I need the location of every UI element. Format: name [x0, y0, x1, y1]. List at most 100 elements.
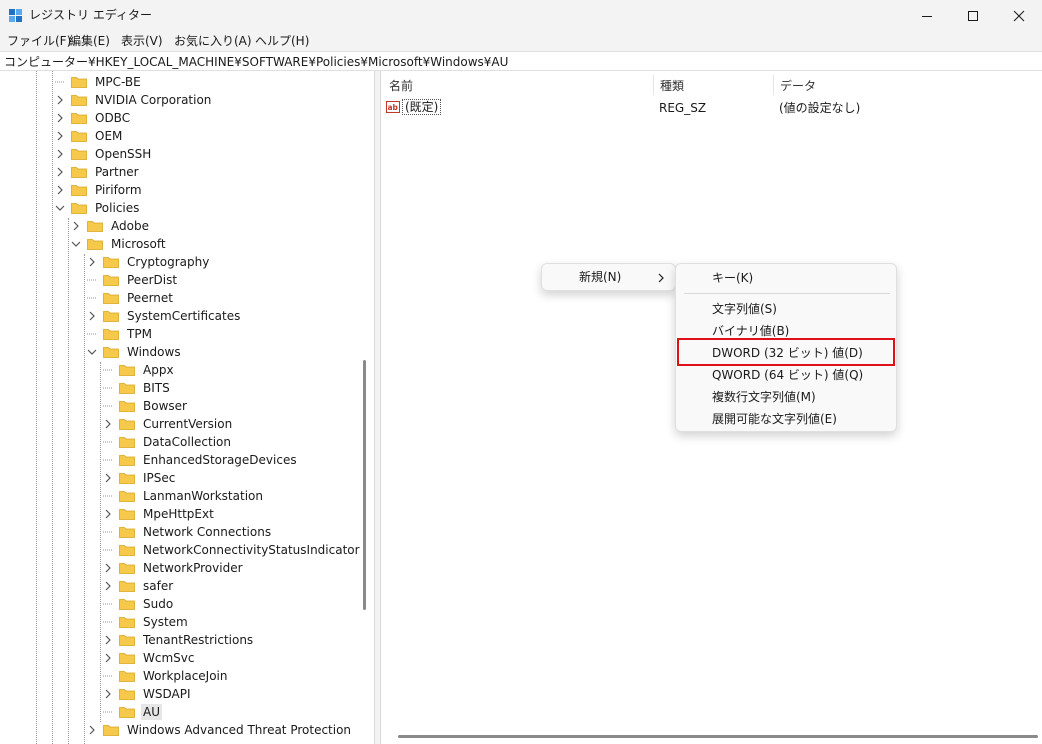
tree-connector — [103, 379, 113, 397]
tree-node[interactable]: OEM — [55, 127, 124, 145]
value-name[interactable]: (既定) — [402, 99, 442, 115]
chevron-right-icon[interactable] — [55, 163, 65, 181]
chevron-right-icon[interactable] — [87, 721, 97, 739]
tree-node[interactable]: System — [103, 613, 190, 631]
tree-node[interactable]: NVIDIA Corporation — [55, 91, 213, 109]
tree-connector — [103, 523, 113, 541]
chevron-right-icon[interactable] — [103, 685, 113, 703]
column-header-type[interactable]: 種類 — [660, 78, 684, 94]
tree-node[interactable]: ODBC — [55, 109, 132, 127]
minimize-icon — [922, 15, 932, 17]
tree-node[interactable]: Cryptography — [87, 253, 211, 271]
chevron-right-icon[interactable] — [103, 469, 113, 487]
chevron-right-icon[interactable] — [103, 631, 113, 649]
tree-node[interactable]: WSDAPI — [103, 685, 193, 703]
address-bar[interactable]: コンピューター¥HKEY_LOCAL_MACHINE¥SOFTWARE¥Poli… — [0, 51, 1042, 71]
tree-node[interactable]: MpeHttpExt — [103, 505, 216, 523]
column-divider[interactable] — [773, 75, 774, 95]
tree-node[interactable]: Network Connections — [103, 523, 273, 541]
address-path[interactable]: コンピューター¥HKEY_LOCAL_MACHINE¥SOFTWARE¥Poli… — [4, 54, 508, 70]
chevron-right-icon[interactable] — [87, 307, 97, 325]
tree-node[interactable]: MPC-BE — [55, 73, 143, 91]
tree-node-label: WcmSvc — [143, 651, 195, 665]
tree-node[interactable]: Windows Advanced Threat Protection — [87, 721, 353, 739]
tree-node[interactable]: DataCollection — [103, 433, 233, 451]
tree-node[interactable]: Appx — [103, 361, 176, 379]
menu-new[interactable]: 新規(N) — [579, 269, 621, 285]
folder-icon — [119, 617, 135, 628]
tree-node[interactable]: SystemCertificates — [87, 307, 242, 325]
tree-node[interactable]: NetworkProvider — [103, 559, 245, 577]
tree-node-label: NetworkConnectivityStatusIndicator — [143, 543, 360, 557]
chevron-right-icon[interactable] — [103, 649, 113, 667]
chevron-right-icon[interactable] — [103, 559, 113, 577]
chevron-right-icon[interactable] — [55, 109, 65, 127]
minimize-button[interactable] — [904, 0, 950, 31]
chevron-down-icon[interactable] — [87, 343, 97, 361]
menu-favorites[interactable]: お気に入り(A) — [174, 33, 252, 49]
tree-node[interactable]: Microsoft — [71, 235, 168, 253]
column-divider[interactable] — [653, 75, 654, 95]
tree-node[interactable]: safer — [103, 577, 175, 595]
tree-node[interactable]: EnhancedStorageDevices — [103, 451, 299, 469]
menu-new-string-value[interactable]: 文字列値(S) — [712, 301, 777, 317]
folder-icon — [119, 527, 135, 538]
tree-node[interactable]: Peernet — [87, 289, 175, 307]
menu-new-qword-value[interactable]: QWORD (64 ビット) 値(Q) — [712, 367, 863, 383]
menu-new-multi-string-value[interactable]: 複数行文字列値(M) — [712, 389, 816, 405]
tree-node[interactable]: Adobe — [71, 217, 151, 235]
chevron-right-icon[interactable] — [103, 577, 113, 595]
folder-icon — [119, 635, 135, 646]
tree-node[interactable]: Windows — [87, 343, 183, 361]
tree-node[interactable]: BITS — [103, 379, 172, 397]
tree-scrollbar[interactable] — [363, 360, 366, 610]
menu-view[interactable]: 表示(V) — [121, 33, 163, 49]
tree-node[interactable]: AU — [103, 703, 162, 721]
maximize-button[interactable] — [950, 0, 996, 31]
tree-node[interactable]: Piriform — [55, 181, 144, 199]
tree-node[interactable]: TPM — [87, 325, 154, 343]
menu-edit[interactable]: 編集(E) — [69, 33, 110, 49]
chevron-right-icon[interactable] — [71, 217, 81, 235]
chevron-right-icon[interactable] — [55, 145, 65, 163]
tree-node[interactable]: IPSec — [103, 469, 177, 487]
tree-node[interactable]: LanmanWorkstation — [103, 487, 265, 505]
tree-node-label: MPC-BE — [95, 75, 141, 89]
column-header-name[interactable]: 名前 — [389, 78, 413, 94]
menu-new-key[interactable]: キー(K) — [712, 270, 753, 286]
chevron-right-icon[interactable] — [55, 127, 65, 145]
tree-connector — [103, 613, 113, 631]
tree-node-label: Appx — [143, 363, 174, 377]
tree-node[interactable]: WcmSvc — [103, 649, 196, 667]
menu-new-binary-value[interactable]: バイナリ値(B) — [712, 323, 789, 339]
menu-file[interactable]: ファイル(F) — [7, 33, 71, 49]
menu-new-expandable-string-value[interactable]: 展開可能な文字列値(E) — [712, 411, 837, 427]
value-row[interactable]: ab (既定) — [386, 98, 442, 116]
maximize-icon — [968, 10, 978, 21]
tree-node[interactable]: OpenSSH — [55, 145, 153, 163]
chevron-right-icon[interactable] — [55, 91, 65, 109]
tree-node-label: Partner — [95, 165, 139, 179]
tree-node[interactable]: CurrentVersion — [103, 415, 234, 433]
chevron-right-icon[interactable] — [55, 181, 65, 199]
tree-node[interactable]: WorkplaceJoin — [103, 667, 230, 685]
tree-node[interactable]: PeerDist — [87, 271, 179, 289]
chevron-right-icon[interactable] — [103, 415, 113, 433]
close-button[interactable] — [996, 0, 1042, 31]
tree-node[interactable]: TenantRestrictions — [103, 631, 255, 649]
tree-node[interactable]: Policies — [55, 199, 141, 217]
chevron-right-icon[interactable] — [103, 505, 113, 523]
column-header-data[interactable]: データ — [780, 78, 816, 94]
tree-guide-line — [36, 71, 37, 744]
chevron-right-icon[interactable] — [87, 253, 97, 271]
tree-node[interactable]: Partner — [55, 163, 141, 181]
tree-node[interactable]: NetworkConnectivityStatusIndicator — [103, 541, 362, 559]
chevron-down-icon[interactable] — [55, 199, 65, 217]
list-scrollbar[interactable] — [398, 735, 1038, 738]
tree-node[interactable]: Sudo — [103, 595, 175, 613]
chevron-down-icon[interactable] — [71, 235, 81, 253]
menu-help[interactable]: ヘルプ(H) — [255, 33, 309, 49]
tree-node[interactable]: Bowser — [103, 397, 189, 415]
folder-icon — [103, 275, 119, 286]
tree-node-label: Windows Advanced Threat Protection — [127, 723, 352, 737]
